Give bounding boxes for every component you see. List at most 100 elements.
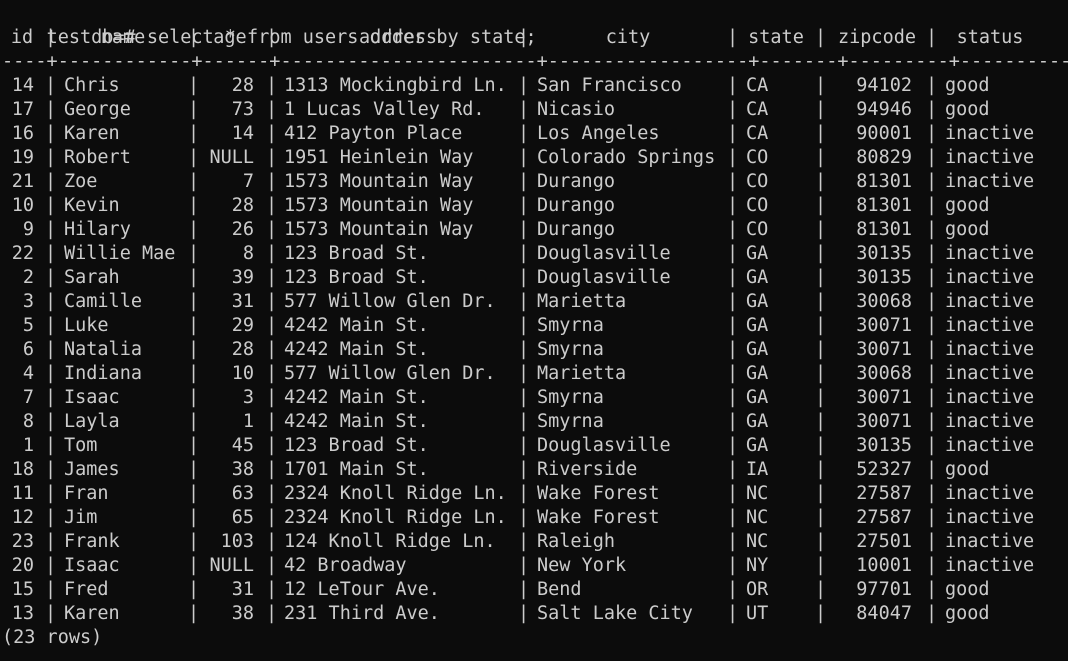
cell-name: Kevin [64,195,120,216]
cell-id: 16 [11,123,34,144]
cell-zipcode: 30071 [856,411,912,432]
column-separator: | [188,243,200,264]
column-separator: | [815,411,827,432]
column-separator: | [518,579,530,600]
column-separator: | [815,147,827,168]
cell-status: inactive [945,555,1035,576]
cell-city: Bend [537,579,582,600]
cell-zipcode: 52327 [856,459,912,480]
cell-zipcode: 30135 [856,435,912,456]
cell-status: good [945,195,990,216]
table-row: 14 Chris 28 1313 Mockingbird Ln. San Francis… [0,74,1068,98]
cell-zipcode: 27587 [856,483,912,504]
cell-status: inactive [945,243,1035,264]
column-separator: | [815,267,827,288]
cell-id: 12 [11,507,34,528]
cell-id: 5 [22,315,34,336]
column-separator: | [727,411,739,432]
cell-age: 7 [242,171,254,192]
cell-status: inactive [945,387,1035,408]
column-separator: | [188,171,200,192]
cell-city: Smyrna [537,339,604,360]
cell-status: inactive [945,339,1035,360]
cell-city: New York [537,555,627,576]
column-separator: | [188,219,200,240]
cell-city: Smyrna [537,387,604,408]
column-separator: | [266,291,278,312]
table-row: 8 Layla 1 4242 Main St. Smyrna GA 30071 inactiv… [0,410,1068,434]
cell-name: Isaac [64,387,120,408]
cell-zipcode: 30135 [856,267,912,288]
cell-age: 29 [231,315,254,336]
column-separator: | [266,315,278,336]
cell-city: Durango [537,219,615,240]
column-separator: | [926,507,938,528]
column-separator: | [727,363,739,384]
column-separator: | [518,555,530,576]
cell-status: good [945,579,990,600]
cell-city: San Francisco [537,75,682,96]
column-separator: | [266,27,278,48]
column-separator: | [815,387,827,408]
column-separator: | [266,387,278,408]
column-separator: | [926,387,938,408]
table-row: 1 Tom 45 123 Broad St. Douglasville GA 30135 in… [0,434,1068,458]
cell-name: Frank [64,531,120,552]
column-separator: | [727,531,739,552]
cell-zipcode: 94102 [856,75,912,96]
column-separator: | [45,483,57,504]
column-separator: | [518,603,530,624]
column-separator: | [266,99,278,120]
terminal-window[interactable]: testdb=# select * from users order by st… [0,0,1068,661]
column-separator: | [188,507,200,528]
cell-id: 19 [11,147,34,168]
cell-address: 1951 Heinlein Way [284,147,474,168]
table-row: 2 Sarah 39 123 Broad St. Douglasville GA 30135… [0,266,1068,290]
cell-state: CO [746,147,769,168]
column-separator: | [266,75,278,96]
cell-name: Tom [64,435,98,456]
column-separator: | [45,75,57,96]
column-separator: | [188,411,200,432]
column-separator: | [727,603,739,624]
column-separator: | [815,555,827,576]
cell-age: 63 [231,483,254,504]
cell-city: Douglasville [537,243,671,264]
cell-age: 45 [231,435,254,456]
column-separator: | [815,99,827,120]
cell-address: 4242 Main St. [284,411,429,432]
cell-age: 38 [231,459,254,480]
table-row: 11 Fran 63 2324 Knoll Ridge Ln. Wake Forest N… [0,482,1068,506]
cell-state: GA [746,435,769,456]
column-separator: | [266,363,278,384]
cell-address: 123 Broad St. [284,435,429,456]
cell-age: 28 [231,75,254,96]
column-separator: | [815,603,827,624]
cell-city: Marietta [537,363,627,384]
cell-name: Natalia [64,339,142,360]
cell-state: GA [746,411,769,432]
table-row: 4 Indiana 10 577 Willow Glen Dr. Marietta GA 3… [0,362,1068,386]
column-separator: | [518,291,530,312]
cell-status: inactive [945,291,1035,312]
table-row: 3 Camille 31 577 Willow Glen Dr. Marietta GA 3… [0,290,1068,314]
cell-age: 14 [231,123,254,144]
cell-address: 124 Knoll Ridge Ln. [284,531,496,552]
cell-address: 1313 Mockingbird Ln. [284,75,507,96]
cell-address: 123 Broad St. [284,243,429,264]
column-header-address: address [359,27,437,48]
column-separator: | [45,459,57,480]
cell-city: Wake Forest [537,507,660,528]
column-separator: | [518,459,530,480]
column-separator: | [266,195,278,216]
cell-name: George [64,99,131,120]
column-separator: | [727,171,739,192]
column-header-city: city [605,27,651,48]
cell-age: 103 [220,531,254,552]
column-separator: | [727,507,739,528]
cell-status: good [945,99,990,120]
cell-state: GA [746,243,769,264]
column-separator: | [266,459,278,480]
column-separator: | [815,171,827,192]
column-separator: | [45,531,57,552]
